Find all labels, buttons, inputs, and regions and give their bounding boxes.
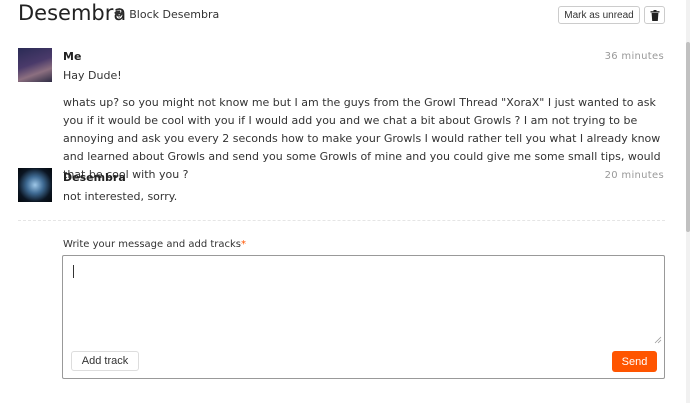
block-user-link[interactable]: � Block Desembra	[114, 8, 219, 22]
resize-grip-icon[interactable]	[654, 336, 662, 344]
message-timestamp: 36 minutes	[604, 51, 664, 62]
page-title: Desembra	[18, 1, 127, 25]
block-user-label: Block Desembra	[129, 8, 220, 21]
scrollbar-thumb[interactable]	[686, 42, 690, 232]
block-icon: �	[114, 9, 125, 20]
message-text: whats up? so you might not know me but I…	[63, 96, 661, 181]
required-marker: *	[241, 239, 247, 250]
text-caret	[73, 265, 74, 278]
avatar-me[interactable]	[18, 48, 52, 82]
delete-conversation-button[interactable]	[644, 6, 665, 24]
divider	[18, 220, 665, 221]
conversation-header: Desembra � Block Desembra Mark as unread	[0, 0, 690, 30]
send-button[interactable]: Send	[612, 351, 657, 372]
trash-icon	[650, 9, 659, 21]
compose-box: Add track Send	[62, 255, 665, 379]
message-author[interactable]: Desembra	[63, 171, 126, 185]
scrollbar-track[interactable]	[686, 0, 690, 403]
message-text: Hay Dude!	[63, 69, 122, 82]
compose-label-text: Write your message and add tracks	[63, 239, 242, 250]
message-author[interactable]: Me	[63, 50, 81, 64]
add-track-button[interactable]: Add track	[71, 351, 139, 371]
compose-label: Write your message and add tracks*	[63, 238, 246, 252]
avatar-desembra[interactable]	[18, 168, 52, 202]
mark-as-unread-button[interactable]: Mark as unread	[558, 6, 640, 24]
message-input[interactable]	[69, 262, 658, 344]
message-text: not interested, sorry.	[63, 190, 178, 203]
message-timestamp: 20 minutes	[604, 170, 664, 181]
